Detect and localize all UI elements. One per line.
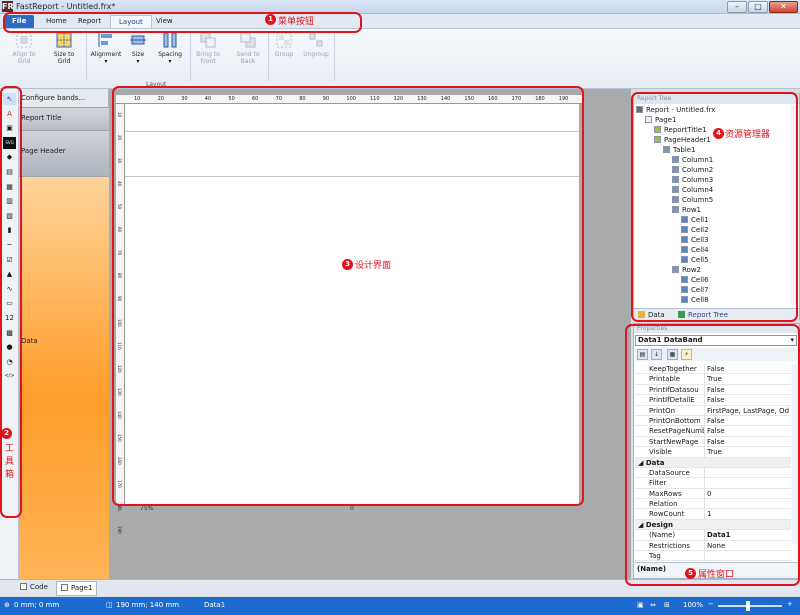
location-icon: ⊕ [4,601,10,609]
chevron-down-icon: ▾ [136,58,140,65]
tab-code-label: Code [30,583,48,591]
size-icon [130,35,146,45]
size-to-grid-button[interactable]: Size to Grid [44,31,84,75]
alignment-label: Alignment [90,51,122,58]
ungroup-icon [309,33,323,47]
callout-label: 菜单按钮 [278,17,315,27]
callout-tree [631,92,798,322]
send-to-back-button[interactable]: Send to Back [228,31,268,75]
size-grid-label: Size to Grid [53,51,75,65]
align-grid-label: Align to Grid [12,51,36,65]
bring-front-label: Bring to Front [196,51,220,65]
align-to-grid-button[interactable]: Align to Grid [4,31,44,75]
status-location: 0 mm; 0 mm [14,601,60,609]
callout-label: 资源管理器 [725,130,771,140]
code-icon [20,583,27,590]
chevron-down-icon: ▾ [168,58,172,65]
size-grid-icon [56,32,72,48]
zoom-slider-thumb[interactable] [746,601,750,611]
callout-label: 工 具 箱 [5,444,15,480]
callout-number: 3 [342,259,353,270]
status-zoom: 100% [683,601,704,609]
callout-label: 属性窗口 [698,570,735,580]
zoom-in-icon[interactable]: + [787,600,793,608]
ribbon-separator [334,33,335,81]
ungroup-label: Ungroup [303,51,329,58]
design-zoom-text: 75% [140,505,154,512]
callout-number: 5 [685,568,696,579]
app-logo-icon: FR [2,1,14,12]
send-back-icon [240,32,256,48]
minimize-button[interactable]: – [727,1,747,13]
status-bar: ⊕ 0 mm; 0 mm ◫ 190 mm; 140 mm Data1 ▣ ⇔ … [0,597,800,615]
tab-code[interactable]: Code [20,583,48,591]
ungroup-button[interactable]: Ungroup [296,31,336,75]
align-grid-icon [16,32,32,48]
configure-bands-link[interactable]: Configure bands... [21,94,85,102]
spacing-icon [163,32,177,48]
ribbon: Align to Grid Size to Grid Alignment ▾ S… [0,29,800,89]
bring-front-icon [200,32,216,48]
zoom-out-icon[interactable]: − [708,600,714,608]
callout-number: 4 [713,128,724,139]
zoom-page-icon[interactable]: ▣ [637,601,644,609]
size-label: Size [131,51,145,58]
group-icon [276,32,292,48]
band-label: Page Header [21,147,66,155]
status-object: Data1 [204,601,226,609]
alignment-icon [98,33,112,47]
zoom-slider[interactable] [718,601,782,611]
tab-page-label: Page1 [71,584,93,592]
band-page-header[interactable]: Page Header [19,131,109,177]
maximize-button[interactable]: □ [748,1,768,13]
status-size: 190 mm; 140 mm [116,601,180,609]
band-label: Data [21,337,38,345]
callout-label: 设计界面 [355,261,392,271]
send-back-label: Send to Back [236,51,260,65]
band-data[interactable]: Data [19,177,109,579]
page-icon [61,584,68,591]
callout-properties [625,324,800,586]
group-label: Group [274,51,294,58]
bring-to-front-button[interactable]: Bring to Front [188,31,228,75]
close-button[interactable]: ✕ [769,1,798,13]
spacing-button[interactable]: Spacing ▾ [150,31,190,75]
callout-number: 2 [1,428,12,439]
ruler-tick-label: 190 [117,526,122,534]
band-label: Report Title [21,114,62,122]
band-report-title[interactable]: Report Title [19,107,109,131]
size-icon: ◫ [106,601,113,609]
callout-number: 1 [265,14,276,25]
spacing-label: Spacing [158,51,182,58]
callout-design [112,86,584,506]
tab-page1[interactable]: Page1 [56,581,98,596]
design-offset-text: 0 [350,505,354,512]
chevron-down-icon: ▾ [104,58,108,65]
band-panel: Configure bands... Report Title Page Hea… [19,89,109,579]
zoom-width-icon[interactable]: ⇔ [650,601,656,609]
zoom-fit-icon[interactable]: ⊞ [664,601,670,609]
